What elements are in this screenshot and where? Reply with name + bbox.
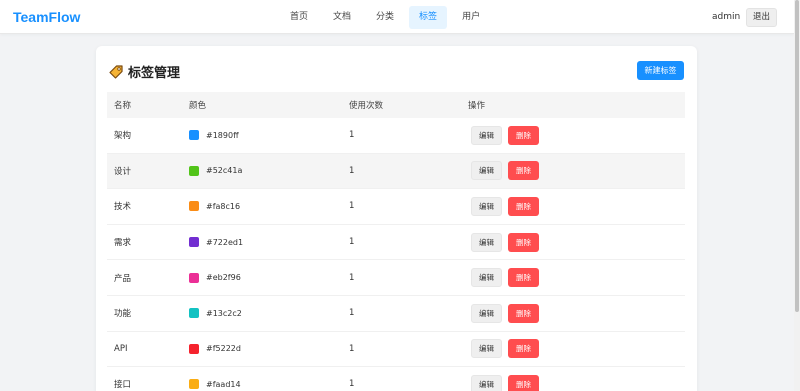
edit-button[interactable]: 编辑 <box>471 232 502 252</box>
color-swatch <box>189 130 199 141</box>
table-row: 架构 #1890ff 1 编辑 删除 <box>107 118 685 154</box>
color-swatch <box>189 379 199 390</box>
color-hex: #f5222d <box>206 344 241 354</box>
row-actions: 编辑 删除 <box>468 118 539 153</box>
nav-item-docs[interactable]: 文档 <box>323 6 361 29</box>
header-color: 颜色 <box>189 101 207 111</box>
row-actions: 编辑 删除 <box>468 367 539 391</box>
header-name: 名称 <box>114 101 132 111</box>
color-swatch <box>189 308 199 319</box>
edit-button[interactable]: 编辑 <box>471 161 502 181</box>
edit-button[interactable]: 编辑 <box>471 339 502 359</box>
page-title-text: 标签管理 <box>128 66 181 81</box>
delete-button[interactable]: 删除 <box>508 268 539 288</box>
delete-button[interactable]: 删除 <box>508 339 539 359</box>
new-tag-button[interactable]: 新建标签 <box>637 61 684 80</box>
page-scrollbar[interactable] <box>794 0 800 391</box>
tag-name: 设计 <box>114 166 132 177</box>
row-actions: 编辑 删除 <box>468 296 539 331</box>
delete-button[interactable]: 删除 <box>508 125 539 145</box>
tag-color: #1890ff <box>189 118 239 153</box>
tag-name: 产品 <box>114 273 132 284</box>
edit-button[interactable]: 编辑 <box>471 125 502 145</box>
row-actions: 编辑 删除 <box>468 225 539 260</box>
delete-button[interactable]: 删除 <box>508 303 539 323</box>
page-title: 标签管理 <box>108 62 180 81</box>
usage-count: 1 <box>349 343 355 354</box>
top-navbar: TeamFlow 首页 文档 分类 标签 用户 admin 退出 <box>0 0 794 34</box>
color-hex: #1890ff <box>206 130 239 140</box>
current-user: admin <box>712 12 741 22</box>
usage-count: 1 <box>349 379 355 390</box>
tag-color: #f5222d <box>189 332 241 367</box>
color-swatch <box>189 272 199 283</box>
nav-item-categories[interactable]: 分类 <box>366 6 404 29</box>
tag-name: 架构 <box>114 131 132 142</box>
color-hex: #13c2c2 <box>206 308 242 318</box>
table-header: 名称 颜色 使用次数 操作 <box>107 92 685 118</box>
tag-color: #52c41a <box>189 154 242 189</box>
usage-count: 1 <box>349 237 355 248</box>
tag-name: 功能 <box>114 309 132 320</box>
delete-button[interactable]: 删除 <box>508 374 539 391</box>
edit-button[interactable]: 编辑 <box>471 374 502 391</box>
row-actions: 编辑 删除 <box>468 189 539 224</box>
row-actions: 编辑 删除 <box>468 154 539 189</box>
tag-color: #13c2c2 <box>189 296 242 331</box>
row-actions: 编辑 删除 <box>468 332 539 367</box>
tag-management-card: 标签管理 新建标签 名称 颜色 使用次数 操作 架构 #1890ff 1 编辑 删除 设计… <box>96 46 697 391</box>
tag-color: #722ed1 <box>189 225 243 260</box>
scrollbar-thumb[interactable] <box>795 0 799 312</box>
delete-button[interactable]: 删除 <box>508 196 539 216</box>
tag-name: 技术 <box>114 202 132 213</box>
usage-count: 1 <box>349 272 355 283</box>
table-row: API #f5222d 1 编辑 删除 <box>107 331 685 368</box>
color-swatch <box>189 343 199 354</box>
color-hex: #fa8c16 <box>206 201 241 211</box>
row-actions: 编辑 删除 <box>468 260 539 295</box>
app-logo[interactable]: TeamFlow <box>13 9 80 25</box>
tag-name: 需求 <box>114 238 132 249</box>
color-swatch <box>189 165 199 176</box>
tag-color: #faad14 <box>189 367 241 391</box>
tag-name: API <box>114 343 128 354</box>
header-usage-count: 使用次数 <box>349 101 384 111</box>
table-row: 技术 #fa8c16 1 编辑 删除 <box>107 189 685 225</box>
table-row: 设计 #52c41a 1 编辑 删除 <box>107 153 685 190</box>
tag-name: 接口 <box>114 380 132 391</box>
usage-count: 1 <box>349 308 355 319</box>
tag-color: #fa8c16 <box>189 189 240 224</box>
table-body: 架构 #1890ff 1 编辑 删除 设计 #52c41a 1 编辑 删除 技术 #fa8c16 1 编辑… <box>107 118 685 391</box>
color-hex: #52c41a <box>206 166 243 176</box>
main-nav: 首页 文档 分类 标签 用户 <box>280 6 495 29</box>
color-hex: #722ed1 <box>206 237 244 247</box>
header-actions: 操作 <box>468 101 486 111</box>
usage-count: 1 <box>349 165 355 176</box>
table-row: 接口 #faad14 1 编辑 删除 <box>107 367 685 391</box>
tag-icon <box>108 64 124 80</box>
color-hex: #faad14 <box>206 379 241 389</box>
color-swatch <box>189 237 199 248</box>
usage-count: 1 <box>349 130 355 141</box>
color-swatch <box>189 201 199 212</box>
usage-count: 1 <box>349 201 355 212</box>
edit-button[interactable]: 编辑 <box>471 268 502 288</box>
edit-button[interactable]: 编辑 <box>471 196 502 216</box>
tag-color: #eb2f96 <box>189 260 241 295</box>
table-row: 产品 #eb2f96 1 编辑 删除 <box>107 260 685 296</box>
delete-button[interactable]: 删除 <box>508 161 539 181</box>
logout-button[interactable]: 退出 <box>746 8 777 27</box>
nav-item-home[interactable]: 首页 <box>280 6 318 29</box>
table-row: 功能 #13c2c2 1 编辑 删除 <box>107 295 685 332</box>
nav-item-tags[interactable]: 标签 <box>409 6 448 29</box>
delete-button[interactable]: 删除 <box>508 232 539 252</box>
color-hex: #eb2f96 <box>206 273 241 283</box>
table-row: 需求 #722ed1 1 编辑 删除 <box>107 224 685 261</box>
nav-item-users[interactable]: 用户 <box>452 6 490 29</box>
edit-button[interactable]: 编辑 <box>471 303 502 323</box>
tags-table: 名称 颜色 使用次数 操作 架构 #1890ff 1 编辑 删除 设计 #52c41a 1 编辑… <box>107 92 685 391</box>
